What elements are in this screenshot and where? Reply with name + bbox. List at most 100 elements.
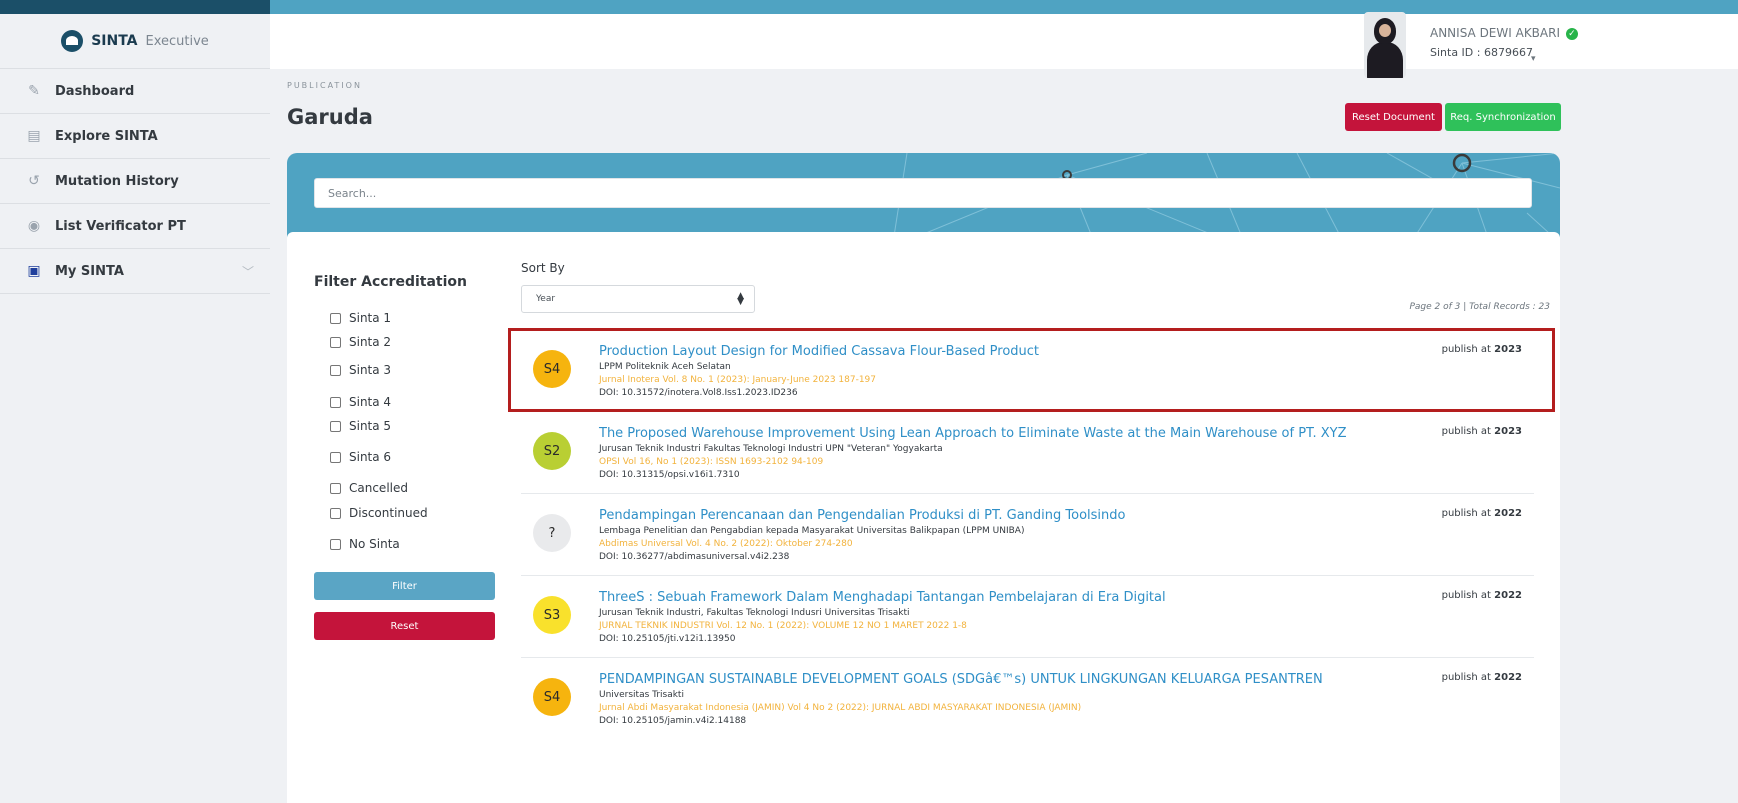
sidebar-item-list-verificator-pt[interactable]: ◉ List Verificator PT [0, 204, 270, 249]
accreditation-badge: S4 [533, 350, 571, 388]
checkbox[interactable] [330, 420, 341, 432]
filter-button[interactable]: Filter [314, 572, 495, 600]
sidebar-item-mutation-history[interactable]: ↺ Mutation History [0, 159, 270, 204]
filter-option-label: Cancelled [349, 481, 408, 495]
brand[interactable]: SINTA Executive [0, 14, 270, 69]
sidebar-item-my-sinta[interactable]: ▣ My SINTA ﹀ [0, 249, 270, 294]
publish-year-value: 2022 [1494, 508, 1522, 519]
publication-doi: DOI: 10.31572/inotera.Vol8.Iss1.2023.ID2… [599, 388, 798, 398]
page-title: Garuda [287, 105, 373, 129]
filter-option-label: Discontinued [349, 506, 428, 520]
filter-option-sinta-5[interactable]: Sinta 5 [330, 419, 391, 433]
checkbox[interactable] [330, 451, 341, 463]
publication-title-link[interactable]: Pendampingan Perencanaan dan Pengendalia… [599, 508, 1126, 523]
filter-option-sinta-6[interactable]: Sinta 6 [330, 450, 391, 464]
sidebar-item-label: My SINTA [55, 263, 124, 279]
checkbox[interactable] [330, 538, 341, 550]
publication-institution: Jurusan Teknik Industri Fakultas Teknolo… [599, 444, 943, 454]
publish-year-value: 2023 [1494, 344, 1522, 355]
publication-item: S3 ThreeS : Sebuah Framework Dalam Mengh… [521, 576, 1534, 658]
req-synchronization-button[interactable]: Req. Synchronization [1445, 103, 1561, 131]
sort-by-label: Sort By [521, 261, 565, 275]
publication-journal: Jurnal Abdi Masyarakat Indonesia (JAMIN)… [599, 703, 1082, 713]
sidebar-item-label: Mutation History [55, 173, 179, 189]
publication-journal: OPSI Vol 16, No 1 (2023): ISSN 1693-2102… [599, 457, 824, 467]
top-accent-bar-dark [0, 0, 270, 14]
filter-option-cancelled[interactable]: Cancelled [330, 481, 408, 495]
avatar[interactable] [1364, 12, 1406, 78]
user-name[interactable]: ANNISA DEWI AKBARI ✓ [1430, 26, 1578, 40]
accreditation-badge: ? [533, 514, 571, 552]
select-arrows-icon: ▲ ▼ [737, 291, 744, 307]
filter-option-no-sinta[interactable]: No Sinta [330, 537, 400, 551]
filter-option-sinta-4[interactable]: Sinta 4 [330, 395, 391, 409]
section-label: PUBLICATION [287, 81, 362, 90]
publish-year-value: 2022 [1494, 672, 1522, 683]
brand-sub: Executive [145, 33, 209, 49]
filter-option-label: Sinta 3 [349, 363, 392, 377]
publish-year: publish at 2023 [1442, 344, 1522, 355]
publication-institution: Universitas Trisakti [599, 690, 684, 700]
publication-item: S4 Production Layout Design for Modified… [521, 330, 1534, 412]
checkbox[interactable] [330, 507, 341, 519]
checkbox[interactable] [330, 312, 341, 324]
publish-year-value: 2023 [1494, 426, 1522, 437]
pagination-info: Page 2 of 3 | Total Records : 23 [1409, 302, 1550, 312]
sidebar-item-label: List Verificator PT [55, 218, 186, 234]
reset-filter-button[interactable]: Reset [314, 612, 495, 640]
id-card-icon: ▣ [27, 263, 41, 279]
checkbox[interactable] [330, 336, 341, 348]
publication-journal: Abdimas Universal Vol. 4 No. 2 (2022): O… [599, 539, 853, 549]
filter-option-label: Sinta 1 [349, 311, 392, 325]
avatar-face [1379, 24, 1391, 37]
filter-option-label: Sinta 6 [349, 450, 392, 464]
publication-title-link[interactable]: The Proposed Warehouse Improvement Using… [599, 426, 1346, 441]
filter-option-sinta-1[interactable]: Sinta 1 [330, 311, 391, 325]
publication-title-link[interactable]: ThreeS : Sebuah Framework Dalam Menghada… [599, 590, 1166, 605]
publication-doi: DOI: 10.36277/abdimasuniversal.v4i2.238 [599, 552, 790, 562]
search-input[interactable] [314, 178, 1532, 208]
avatar-body [1367, 42, 1403, 78]
publish-prefix: publish at [1441, 508, 1491, 519]
filter-option-label: Sinta 2 [349, 335, 392, 349]
sidebar-item-explore-sinta[interactable]: ▤ Explore SINTA [0, 114, 270, 159]
reset-document-button[interactable]: Reset Document [1345, 103, 1442, 131]
publish-year-value: 2022 [1494, 590, 1522, 601]
publication-item: ? Pendampingan Perencanaan dan Pengendal… [521, 494, 1534, 576]
publication-doi: DOI: 10.25105/jti.v12i1.13950 [599, 634, 736, 644]
filter-option-discontinued[interactable]: Discontinued [330, 506, 428, 520]
user-circle-icon: ◉ [27, 218, 41, 234]
history-icon: ↺ [28, 173, 40, 189]
publication-doi: DOI: 10.25105/jamin.v4i2.14188 [599, 716, 747, 726]
user-sinta-id: Sinta ID : 6879667 [1430, 46, 1533, 59]
filter-title: Filter Accreditation [314, 274, 467, 290]
publication-institution: Lembaga Penelitian dan Pengabdian kepada… [599, 526, 1025, 536]
top-accent-bar [0, 0, 1738, 14]
pencil-icon: ✎ [28, 83, 40, 99]
filter-option-sinta-3[interactable]: Sinta 3 [330, 363, 391, 377]
sort-select[interactable]: Year ▲ ▼ [521, 285, 755, 313]
publish-year: publish at 2023 [1442, 426, 1522, 437]
header [270, 14, 1738, 69]
filter-option-label: Sinta 4 [349, 395, 392, 409]
filter-option-label: Sinta 5 [349, 419, 392, 433]
accreditation-badge: S3 [533, 596, 571, 634]
checkbox[interactable] [330, 396, 341, 408]
sidebar-item-label: Explore SINTA [55, 128, 158, 144]
sidebar-item-dashboard[interactable]: ✎ Dashboard [0, 69, 270, 114]
publish-year: publish at 2022 [1442, 590, 1522, 601]
publication-institution: LPPM Politeknik Aceh Selatan [599, 362, 731, 372]
publication-title-link[interactable]: PENDAMPINGAN SUSTAINABLE DEVELOPMENT GOA… [599, 672, 1323, 687]
sidebar: SINTA Executive ✎ Dashboard ▤ Explore SI… [0, 14, 270, 803]
publish-prefix: publish at [1441, 426, 1491, 437]
checkbox[interactable] [330, 364, 341, 376]
publish-year: publish at 2022 [1442, 672, 1522, 683]
filter-option-sinta-2[interactable]: Sinta 2 [330, 335, 391, 349]
accreditation-badge: S2 [533, 432, 571, 470]
document-icon: ▤ [27, 128, 41, 144]
filter-option-label: No Sinta [349, 537, 400, 551]
publication-title-link[interactable]: Production Layout Design for Modified Ca… [599, 344, 1039, 359]
checkbox[interactable] [330, 482, 341, 494]
chevron-down-icon: ﹀ [241, 264, 254, 279]
caret-down-icon[interactable]: ▾ [1531, 54, 1536, 64]
